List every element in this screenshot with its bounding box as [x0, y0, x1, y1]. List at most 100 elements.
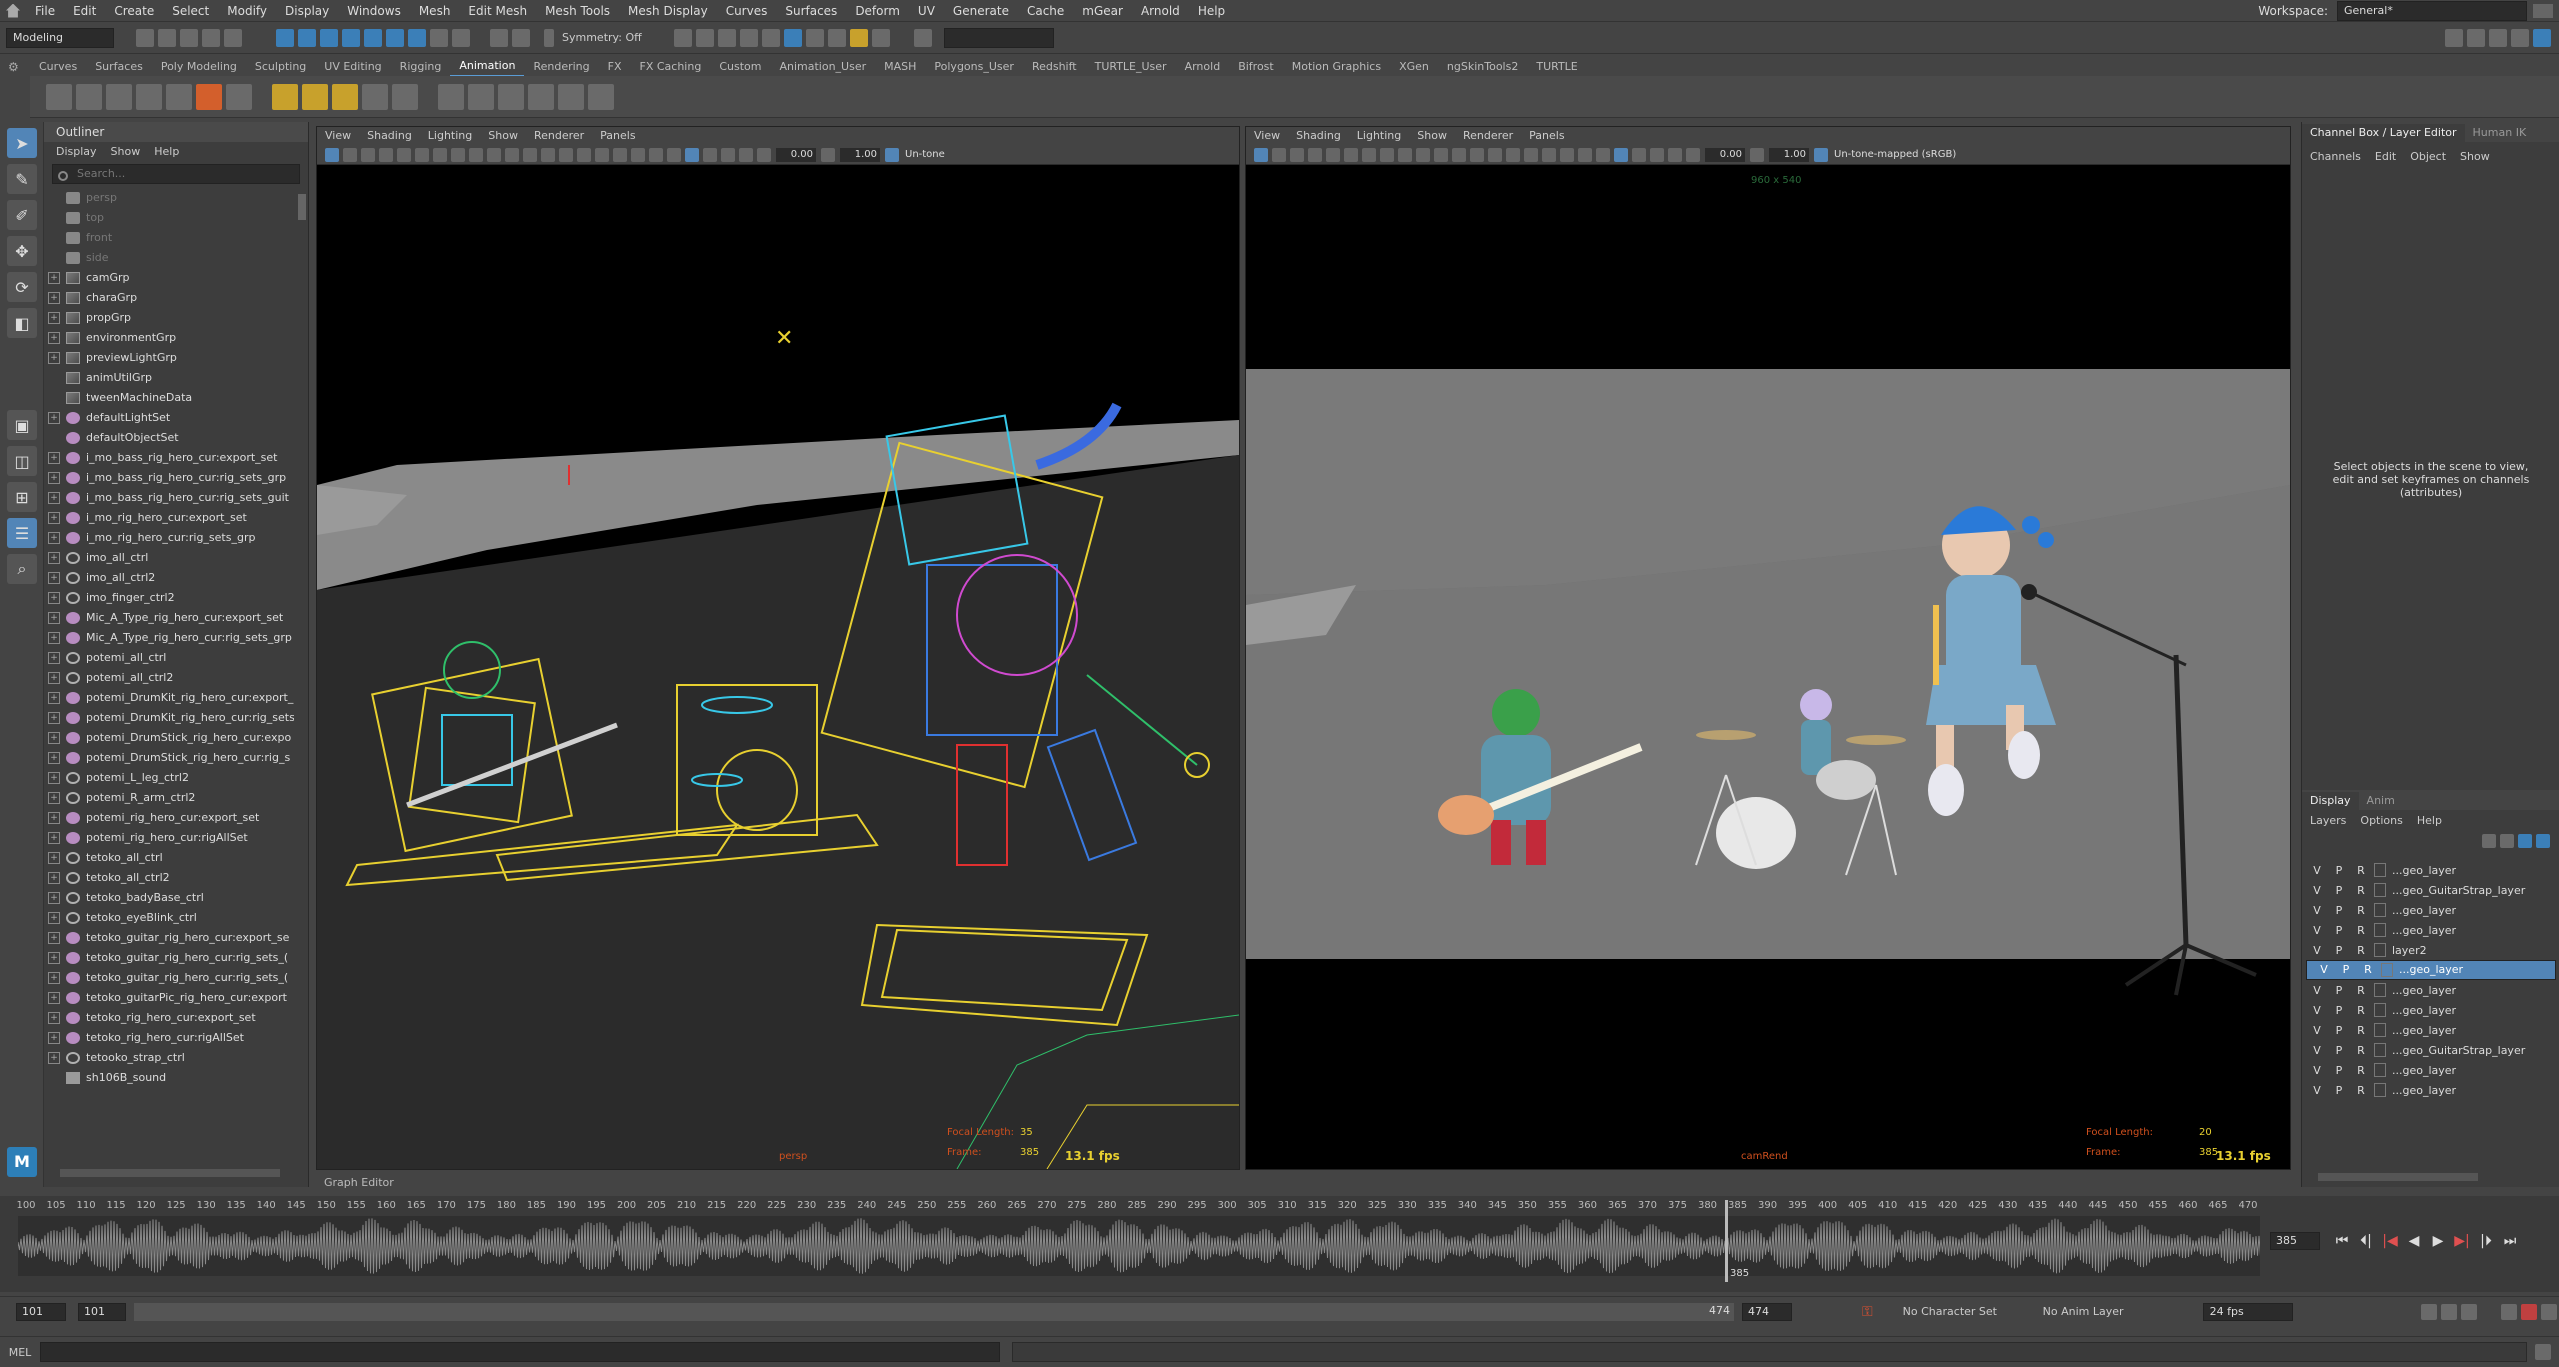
- field-chart-icon[interactable]: [469, 147, 483, 162]
- layer-p-toggle[interactable]: P: [2328, 944, 2350, 957]
- xray-joints-icon[interactable]: [721, 147, 735, 162]
- menu-arnold[interactable]: Arnold: [1132, 0, 1189, 22]
- layer-row[interactable]: V P R ...geo_layer: [2306, 1000, 2556, 1020]
- outliner-hscrollbar[interactable]: [60, 1169, 280, 1177]
- select-joint-icon[interactable]: [364, 28, 382, 47]
- viewport-render-scene[interactable]: [1246, 165, 2290, 1169]
- menu-file[interactable]: File: [26, 0, 64, 22]
- character-set-label[interactable]: No Character Set: [1903, 1305, 2023, 1318]
- outliner-item[interactable]: tweenMachineData: [48, 388, 294, 408]
- expand-icon[interactable]: +: [48, 652, 60, 664]
- move-layer-down-icon[interactable]: [2500, 834, 2514, 848]
- viewport-render-cam[interactable]: View Shading Lighting Show Renderer Panels 0.…: [1245, 126, 2291, 1170]
- ik-spline-icon[interactable]: [332, 83, 358, 110]
- playback-end-field[interactable]: 474: [1742, 1302, 1792, 1321]
- shelf-settings-icon[interactable]: ⚙: [8, 60, 22, 74]
- channel-menu-channels[interactable]: Channels: [2310, 150, 2361, 163]
- channel-box-icon[interactable]: [2511, 28, 2529, 47]
- expand-icon[interactable]: +: [48, 892, 60, 904]
- menu-edit[interactable]: Edit: [64, 0, 105, 22]
- arnold-render-icon[interactable]: [784, 28, 802, 47]
- outliner-item[interactable]: + i_mo_bass_rig_hero_cur:export_set: [48, 448, 294, 468]
- viewport-menu-renderer[interactable]: Renderer: [1463, 127, 1513, 145]
- outliner-item[interactable]: + tetoko_rig_hero_cur:rigAllSet: [48, 1028, 294, 1048]
- menu-mesh-display[interactable]: Mesh Display: [619, 0, 717, 22]
- ipr-icon[interactable]: [828, 28, 846, 47]
- paint-select-icon[interactable]: ✐: [7, 200, 37, 230]
- symmetry-label[interactable]: Symmetry: Off: [562, 31, 652, 44]
- layer-row[interactable]: V P R ...geo_GuitarStrap_layer: [2306, 880, 2556, 900]
- shelf-tab-xgen[interactable]: XGen: [1390, 58, 1438, 76]
- outliner-item[interactable]: + potemi_all_ctrl: [48, 648, 294, 668]
- shelf-tab-turtle[interactable]: TURTLE: [1527, 58, 1586, 76]
- layer-name[interactable]: ...geo_layer: [2399, 961, 2463, 979]
- expand-icon[interactable]: +: [48, 552, 60, 564]
- gate-mask-icon[interactable]: [451, 147, 465, 162]
- layer-v-toggle[interactable]: V: [2306, 884, 2328, 897]
- wireframe-on-shaded-icon[interactable]: [1488, 147, 1502, 162]
- audio-waveform[interactable]: [17, 1216, 2261, 1276]
- go-to-end-icon[interactable]: ⏭: [2498, 1233, 2522, 1249]
- layer-name[interactable]: ...geo_GuitarStrap_layer: [2392, 884, 2525, 897]
- play-backwards-icon[interactable]: ◀: [2402, 1233, 2426, 1249]
- shelf-tab-fx-caching[interactable]: FX Caching: [631, 58, 711, 76]
- unghost-icon[interactable]: [136, 83, 162, 110]
- viewport-persp[interactable]: View Shading Lighting Show Renderer Panels 0.…: [316, 126, 1240, 1170]
- layer-color-swatch[interactable]: [2374, 983, 2386, 997]
- light-icon[interactable]: [850, 28, 868, 47]
- layer-v-toggle[interactable]: V: [2306, 1064, 2328, 1077]
- outliner-item[interactable]: persp: [48, 188, 294, 208]
- menu-edit-mesh[interactable]: Edit Mesh: [459, 0, 536, 22]
- shelf-tab-polygons-user[interactable]: Polygons_User: [925, 58, 1023, 76]
- outliner-item[interactable]: + charaGrp: [48, 288, 294, 308]
- menu-help[interactable]: Help: [1189, 0, 1234, 22]
- outliner-item[interactable]: + imo_all_ctrl2: [48, 568, 294, 588]
- textured-icon[interactable]: [1506, 147, 1520, 162]
- step-back-key-icon[interactable]: |◀: [2378, 1233, 2402, 1249]
- undo-icon[interactable]: [202, 28, 220, 47]
- sound-icon[interactable]: [2501, 1303, 2517, 1320]
- layer-row[interactable]: V P R ...geo_layer: [2306, 1080, 2556, 1100]
- expand-icon[interactable]: +: [48, 672, 60, 684]
- snap-curve-icon[interactable]: [512, 28, 530, 47]
- motion-blur-icon[interactable]: [1578, 147, 1592, 162]
- paint-weights-icon[interactable]: [392, 83, 418, 110]
- layer-p-toggle[interactable]: P: [2328, 924, 2350, 937]
- shelf-tab-animation[interactable]: Animation: [450, 57, 525, 77]
- playback-options-icon[interactable]: [2441, 1303, 2457, 1320]
- expand-icon[interactable]: +: [48, 712, 60, 724]
- layer-menu-layers[interactable]: Layers: [2310, 814, 2346, 827]
- layer-v-toggle[interactable]: V: [2306, 924, 2328, 937]
- colorspace-label[interactable]: Un-tone: [905, 149, 945, 160]
- layer-name[interactable]: ...geo_layer: [2392, 864, 2456, 877]
- layer-name[interactable]: ...geo_layer: [2392, 1004, 2456, 1017]
- tool-settings-icon[interactable]: [2489, 28, 2507, 47]
- shelf-tab-motion-graphics[interactable]: Motion Graphics: [1283, 58, 1390, 76]
- expand-icon[interactable]: +: [48, 732, 60, 744]
- film-gate-icon[interactable]: [1344, 147, 1358, 162]
- shelf-tab-sculpting[interactable]: Sculpting: [246, 58, 315, 76]
- layer-r-toggle[interactable]: R: [2357, 961, 2379, 979]
- safe-action-icon[interactable]: [487, 147, 501, 162]
- shelf-tab-poly-modeling[interactable]: Poly Modeling: [152, 58, 246, 76]
- outliner-item[interactable]: + propGrp: [48, 308, 294, 328]
- layer-name[interactable]: ...geo_layer: [2392, 904, 2456, 917]
- layer-v-toggle[interactable]: V: [2306, 904, 2328, 917]
- isolate-select-icon[interactable]: [685, 147, 699, 162]
- layer-row[interactable]: V P R ...geo_layer: [2306, 1060, 2556, 1080]
- motion-trail-icon[interactable]: [76, 83, 102, 110]
- ghost-icon[interactable]: [106, 83, 132, 110]
- backface-icon[interactable]: [739, 147, 753, 162]
- bind-skin-icon[interactable]: [362, 83, 388, 110]
- anti-aliasing-icon[interactable]: [667, 147, 681, 162]
- new-layer-icon[interactable]: [2518, 834, 2532, 848]
- outliner-item[interactable]: + potemi_DrumKit_rig_hero_cur:export_: [48, 688, 294, 708]
- layer-menu-help[interactable]: Help: [2417, 814, 2442, 827]
- layer-p-toggle[interactable]: P: [2328, 1064, 2350, 1077]
- motion-blur-icon[interactable]: [649, 147, 663, 162]
- two-pane-layout-icon[interactable]: ◫: [7, 446, 37, 476]
- point-constraint-icon[interactable]: [468, 83, 494, 110]
- layer-v-toggle[interactable]: V: [2306, 944, 2328, 957]
- grid-icon[interactable]: [397, 147, 411, 162]
- layer-row[interactable]: V P R ...geo_layer: [2306, 860, 2556, 880]
